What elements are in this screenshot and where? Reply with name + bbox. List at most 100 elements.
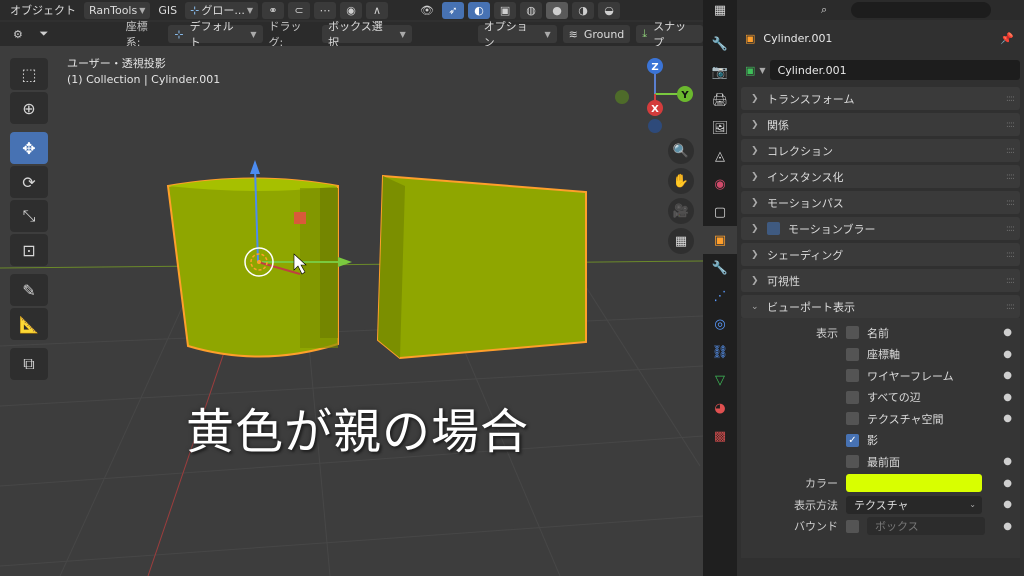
zoom-icon[interactable]: 🔍 — [668, 138, 694, 164]
view-layer-tab-icon[interactable]: 🖼 — [703, 114, 737, 142]
drag-grip-icon[interactable]: :::: — [1006, 224, 1015, 234]
3d-viewport[interactable]: Z Y X ユーザー・透視投影 (1) Collection | Cylinde… — [0, 46, 703, 576]
drag-grip-icon[interactable]: :::: — [1006, 276, 1015, 286]
material-tab-icon[interactable]: ◕ — [703, 394, 737, 422]
keyframe-dot-icon[interactable]: ● — [1003, 456, 1012, 467]
xray-toggle-icon[interactable]: ▣ — [494, 1, 517, 19]
camera-view-icon[interactable]: 🎥 — [668, 198, 694, 224]
show-name-checkbox[interactable] — [846, 326, 859, 340]
addon-dropdown[interactable]: RanTools ▼ — [84, 1, 151, 19]
keyframe-dot-icon[interactable]: ● — [1003, 392, 1012, 403]
orientation-dropdown[interactable]: ⊹ グロー... ▼ — [185, 1, 259, 19]
keyframe-dot-icon[interactable]: ● — [1003, 499, 1012, 510]
keyframe-dot-icon[interactable]: ● — [1003, 478, 1012, 489]
cube-object[interactable] — [376, 174, 587, 360]
display-as-dropdown[interactable]: テクスチャ ⌄ — [846, 495, 982, 514]
modifier-tab-icon[interactable]: 🔧 — [703, 254, 737, 282]
add-cube-tool-icon[interactable]: ⧉ — [10, 348, 48, 380]
falloff-icon[interactable]: ∧ — [366, 1, 389, 19]
drag-grip-icon[interactable]: :::: — [1006, 146, 1015, 156]
keyframe-dot-icon[interactable]: ● — [1003, 327, 1012, 338]
pin-icon[interactable]: 📌 — [1000, 32, 1014, 45]
snap-target-button[interactable]: ≋ Ground — [562, 25, 631, 43]
scale-tool-icon[interactable]: ⤡ — [10, 200, 48, 232]
show-all-edges-checkbox[interactable] — [846, 390, 859, 404]
cylinder-object[interactable] — [166, 177, 339, 358]
output-tab-icon[interactable]: 🖨 — [703, 86, 737, 114]
texture-tab-icon[interactable]: ▩ — [703, 422, 737, 450]
select-box-tool-icon[interactable]: ⬚ — [10, 58, 48, 90]
motion-blur-checkbox[interactable] — [767, 222, 780, 235]
drag-grip-icon[interactable]: :::: — [1006, 302, 1015, 312]
object-data-icon[interactable]: ▣ — [745, 64, 755, 77]
section-collections[interactable]: ❯ コレクション:::: — [741, 139, 1020, 162]
pivot-icon[interactable]: ⚭ — [262, 1, 285, 19]
ortho-grid-icon[interactable]: ▦ — [668, 228, 694, 254]
tool-tab-icon[interactable]: 🔧 — [703, 30, 737, 58]
particles-tab-icon[interactable]: ⋰ — [703, 282, 737, 310]
transform-tool-icon[interactable]: ⊡ — [10, 234, 48, 266]
object-color-swatch[interactable] — [846, 474, 982, 493]
bounds-checkbox[interactable] — [846, 519, 859, 533]
move-tool-icon[interactable]: ✥ — [10, 132, 48, 164]
drag-grip-icon[interactable]: :::: — [1006, 198, 1015, 208]
keyframe-dot-icon[interactable]: ● — [1003, 413, 1012, 424]
section-viewport-display[interactable]: ⌄ ビューポート表示:::: — [741, 295, 1020, 318]
physics-tab-icon[interactable]: ◎ — [703, 310, 737, 338]
keyframe-dot-icon[interactable]: ● — [1003, 349, 1012, 360]
measure-tool-icon[interactable]: 📐 — [10, 308, 48, 340]
proportional-edit-icon[interactable]: ◉ — [340, 1, 363, 19]
filter-icon[interactable]: ⏷ — [34, 25, 54, 43]
snap-toggle-icon[interactable]: ⊂ — [288, 1, 311, 19]
pan-hand-icon[interactable]: ✋ — [668, 168, 694, 194]
editor-type-icon[interactable]: ▦ — [703, 0, 737, 20]
drag-grip-icon[interactable]: :::: — [1006, 94, 1015, 104]
drag-grip-icon[interactable]: :::: — [1006, 172, 1015, 182]
keyframe-dot-icon[interactable]: ● — [1003, 370, 1012, 381]
section-transform[interactable]: ❯ トランスフォーム:::: — [741, 87, 1020, 110]
shading-solid-icon[interactable]: ● — [546, 1, 569, 19]
chevron-down-icon: ▼ — [139, 5, 146, 15]
constraints-tab-icon[interactable]: ⛓ — [703, 338, 737, 366]
gizmo-toggle-icon[interactable]: ➶ — [442, 1, 465, 19]
overlay-toggle-icon[interactable]: ◐ — [468, 1, 491, 19]
drag-dropdown[interactable]: ボックス選択 ▼ — [322, 20, 412, 49]
shading-rendered-icon[interactable]: ◒ — [598, 1, 621, 19]
gear-icon[interactable]: ⚙ — [8, 25, 28, 43]
section-motion-blur[interactable]: ❯ モーションブラー:::: — [741, 217, 1020, 240]
rotate-tool-icon[interactable]: ⟳ — [10, 166, 48, 198]
drag-grip-icon[interactable]: :::: — [1006, 120, 1015, 130]
section-relations[interactable]: ❯ 関係:::: — [741, 113, 1020, 136]
show-shadow-checkbox[interactable]: ✓ — [846, 433, 859, 447]
shading-wireframe-icon[interactable]: ◍ — [520, 1, 543, 19]
gis-menu[interactable]: GIS — [154, 4, 181, 17]
show-wireframe-checkbox[interactable] — [846, 369, 859, 383]
bounds-type-dropdown[interactable]: ボックス — [867, 517, 985, 536]
object-name-field[interactable]: Cylinder.001 — [769, 60, 1020, 80]
drag-grip-icon[interactable]: :::: — [1006, 250, 1015, 260]
mode-menu[interactable]: オブジェクト — [6, 2, 80, 18]
annotate-tool-icon[interactable]: ✎ — [10, 274, 48, 306]
show-in-front-checkbox[interactable] — [846, 455, 859, 469]
options-dropdown[interactable]: オプション ▼ — [477, 20, 557, 49]
snap-increment-icon[interactable]: ⋯ — [314, 1, 337, 19]
data-tab-icon[interactable]: ▽ — [703, 366, 737, 394]
object-tab-icon[interactable]: ▣ — [703, 226, 737, 254]
snap-button[interactable]: ⤓ スナップ — [636, 20, 704, 49]
visibility-eye-icon[interactable]: 👁 — [416, 2, 438, 19]
section-motion-paths[interactable]: ❯ モーションパス:::: — [741, 191, 1020, 214]
scene-tab-icon[interactable]: ◬ — [703, 142, 737, 170]
properties-search[interactable] — [851, 2, 992, 18]
section-instancing[interactable]: ❯ インスタンス化:::: — [741, 165, 1020, 188]
keyframe-dot-icon[interactable]: ● — [1003, 521, 1012, 532]
section-visibility[interactable]: ❯ 可視性:::: — [741, 269, 1020, 292]
world-tab-icon[interactable]: ◉ — [703, 170, 737, 198]
collection-tab-icon[interactable]: ▢ — [703, 198, 737, 226]
coord-system-dropdown[interactable]: ⊹ デフォルト ▼ — [168, 20, 263, 49]
cursor-tool-icon[interactable]: ⊕ — [10, 92, 48, 124]
show-axes-checkbox[interactable] — [846, 347, 859, 361]
show-texture-space-checkbox[interactable] — [846, 412, 859, 426]
shading-material-icon[interactable]: ◑ — [572, 1, 595, 19]
render-tab-icon[interactable]: 📷 — [703, 58, 737, 86]
section-shading[interactable]: ❯ シェーディング:::: — [741, 243, 1020, 266]
